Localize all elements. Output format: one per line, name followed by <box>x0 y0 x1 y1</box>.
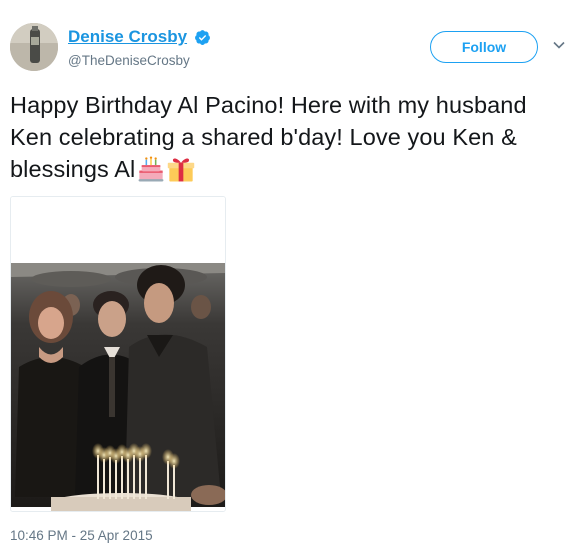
author-handle[interactable]: @TheDeniseCrosby <box>68 53 190 68</box>
chevron-down-icon[interactable] <box>553 41 565 49</box>
verified-badge-icon <box>195 30 210 45</box>
tweet-text: Happy Birthday Al Pacino! Here with my h… <box>10 89 568 185</box>
author-name[interactable]: Denise Crosby <box>68 27 187 47</box>
follow-button[interactable]: Follow <box>430 31 538 63</box>
gift-icon <box>168 158 195 182</box>
tweet-timestamp[interactable]: 10:46 PM - 25 Apr 2015 <box>10 528 153 543</box>
avatar[interactable] <box>10 23 58 71</box>
avatar-image <box>10 23 58 71</box>
party-photo-image <box>11 197 225 511</box>
tweet-photo[interactable] <box>10 196 226 512</box>
tweet-body: Happy Birthday Al Pacino! Here with my h… <box>10 92 527 182</box>
birthday-cake-icon <box>138 156 164 182</box>
